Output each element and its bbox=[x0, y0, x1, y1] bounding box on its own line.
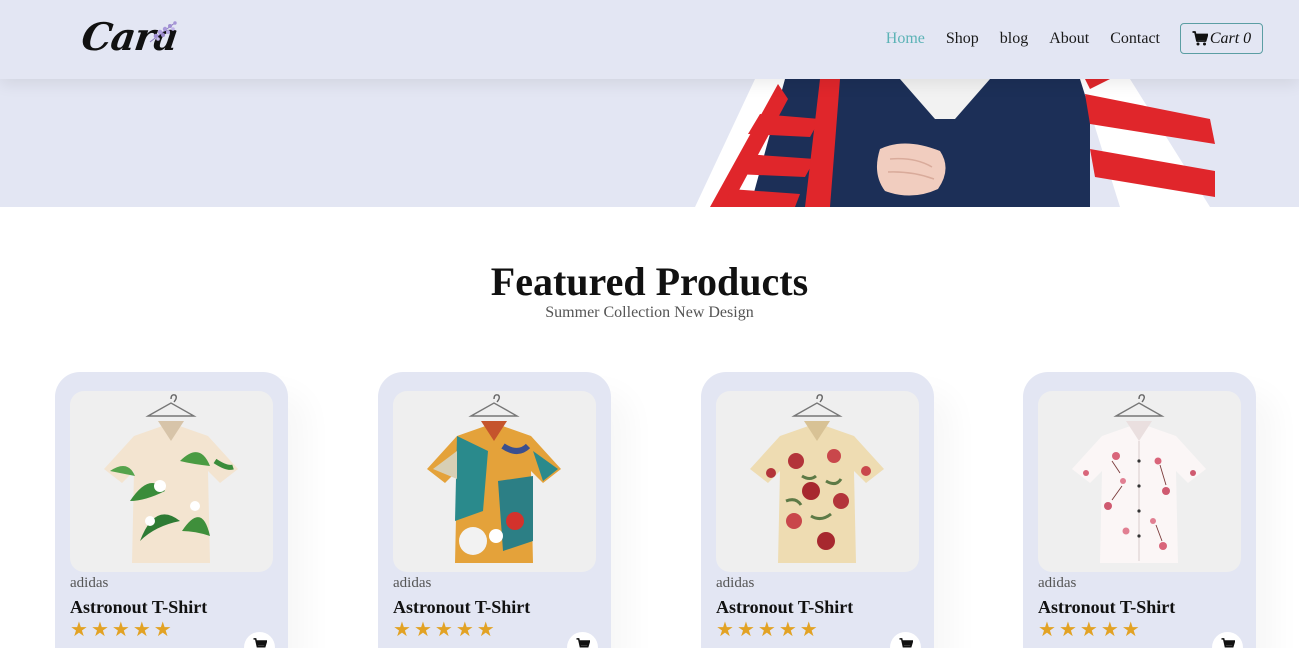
star-icon: ★ bbox=[476, 619, 495, 641]
product-brand: adidas bbox=[393, 575, 432, 591]
cart-label: Cart bbox=[1209, 29, 1240, 47]
cart-icon bbox=[1192, 31, 1208, 46]
star-icon: ★ bbox=[1079, 619, 1098, 641]
star-icon: ★ bbox=[434, 619, 453, 641]
star-icon: ★ bbox=[716, 619, 734, 641]
palm-leaf-shirt-icon bbox=[104, 394, 238, 563]
star-icon: ★ bbox=[799, 619, 818, 641]
product-image bbox=[393, 391, 596, 572]
rose-floral-shirt-icon bbox=[750, 394, 884, 563]
pink-blossom-shirt-icon bbox=[1072, 394, 1206, 563]
star-icon: ★ bbox=[413, 619, 432, 641]
nav-about-link[interactable]: About bbox=[1049, 24, 1089, 54]
star-icon: ★ bbox=[70, 619, 88, 641]
product-image bbox=[70, 391, 273, 572]
star-icon: ★ bbox=[1100, 619, 1119, 641]
product-card[interactable]: adidas Astronout T-Shirt ★ ★ ★ ★ ★ bbox=[378, 372, 611, 648]
nav-blog-link[interactable]: blog bbox=[1000, 24, 1028, 54]
star-icon: ★ bbox=[132, 619, 151, 641]
nav-home-link[interactable]: Home bbox=[886, 24, 925, 54]
product-card[interactable]: adidas Astronout T-Shirt ★ ★ ★ ★ ★ bbox=[701, 372, 934, 648]
hero-model-image bbox=[695, 79, 1215, 207]
cart-icon bbox=[1221, 638, 1235, 648]
star-icon: ★ bbox=[153, 619, 172, 641]
product-name: Astronout T-Shirt bbox=[70, 597, 208, 617]
nav-contact-link[interactable]: Contact bbox=[1110, 24, 1160, 54]
site-header: Cara Home Shop blog About Contact Cart 0 bbox=[0, 0, 1299, 79]
lavender-icon bbox=[149, 21, 177, 43]
star-icon: ★ bbox=[1058, 619, 1077, 641]
cart-icon bbox=[899, 638, 913, 648]
star-icon: ★ bbox=[393, 619, 411, 641]
main-nav: Home Shop blog About Contact Cart 0 bbox=[865, 23, 1263, 54]
product-image bbox=[716, 391, 919, 572]
product-name: Astronout T-Shirt bbox=[1038, 597, 1176, 617]
product-image bbox=[1038, 391, 1241, 572]
add-to-cart-button[interactable] bbox=[244, 632, 275, 648]
product-rating: ★ ★ ★ ★ ★ bbox=[1038, 619, 1143, 641]
star-icon: ★ bbox=[111, 619, 130, 641]
star-icon: ★ bbox=[778, 619, 797, 641]
featured-subtitle: Summer Collection New Design bbox=[545, 304, 754, 321]
featured-title: Featured Products bbox=[490, 259, 809, 304]
add-to-cart-button[interactable] bbox=[567, 632, 598, 648]
star-icon: ★ bbox=[736, 619, 755, 641]
product-brand: adidas bbox=[716, 575, 755, 591]
product-name: Astronout T-Shirt bbox=[393, 597, 531, 617]
hero-banner bbox=[0, 79, 1299, 207]
product-rating: ★ ★ ★ ★ ★ bbox=[393, 619, 498, 641]
product-rating: ★ ★ ★ ★ ★ bbox=[70, 619, 175, 641]
abstract-color-shirt-icon bbox=[427, 394, 561, 563]
product-brand: adidas bbox=[70, 575, 109, 591]
product-rating: ★ ★ ★ ★ ★ bbox=[716, 619, 821, 641]
star-icon: ★ bbox=[455, 619, 474, 641]
logo[interactable]: Cara bbox=[79, 14, 182, 64]
cart-button[interactable]: Cart 0 bbox=[1180, 23, 1263, 54]
add-to-cart-button[interactable] bbox=[890, 632, 921, 648]
product-brand: adidas bbox=[1038, 575, 1077, 591]
cart-icon bbox=[253, 638, 267, 648]
add-to-cart-button[interactable] bbox=[1212, 632, 1243, 648]
product-card[interactable]: adidas Astronout T-Shirt ★ ★ ★ ★ ★ bbox=[55, 372, 288, 648]
product-name: Astronout T-Shirt bbox=[716, 597, 854, 617]
star-icon: ★ bbox=[1121, 619, 1140, 641]
cart-icon bbox=[576, 638, 590, 648]
product-card[interactable]: adidas Astronout T-Shirt ★ ★ ★ ★ ★ bbox=[1023, 372, 1256, 648]
nav-shop-link[interactable]: Shop bbox=[946, 24, 979, 54]
star-icon: ★ bbox=[90, 619, 109, 641]
cart-count: 0 bbox=[1243, 29, 1252, 47]
star-icon: ★ bbox=[757, 619, 776, 641]
star-icon: ★ bbox=[1038, 619, 1056, 641]
